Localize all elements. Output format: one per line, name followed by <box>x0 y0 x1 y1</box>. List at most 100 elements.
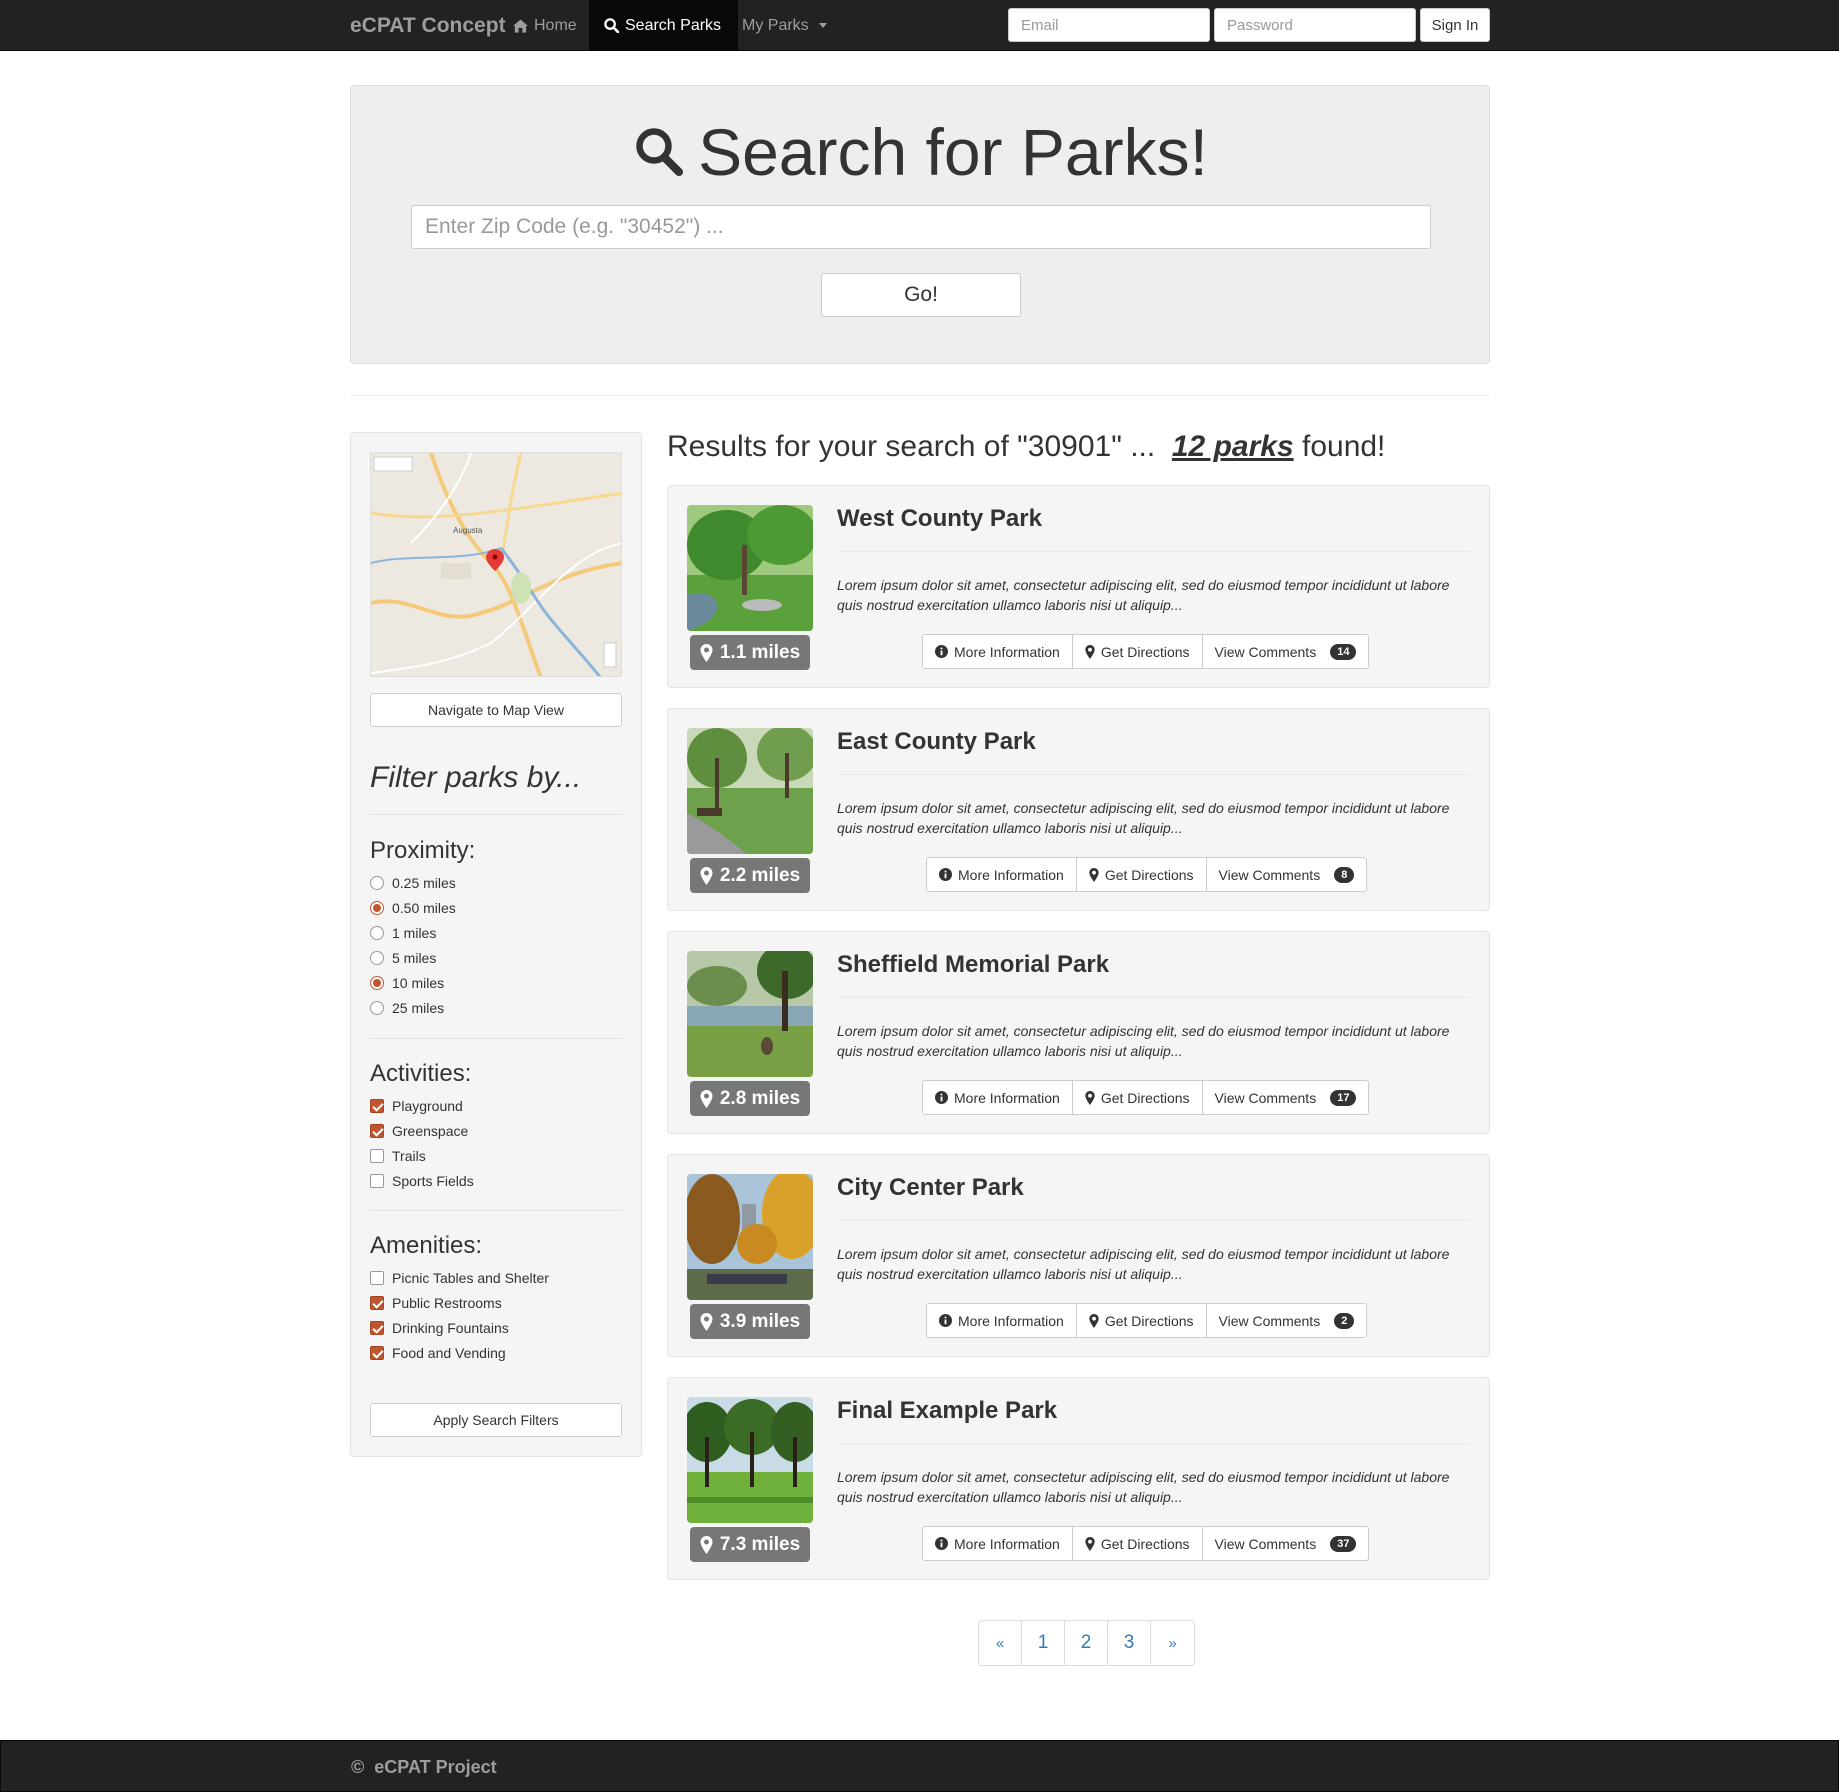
more-info-button[interactable]: More Information <box>927 858 1077 891</box>
proximity-option[interactable]: 25 miles <box>370 998 444 1018</box>
directions-button[interactable]: Get Directions <box>1077 858 1207 891</box>
map-marker-icon <box>700 1312 713 1331</box>
apply-filters-button[interactable]: Apply Search Filters <box>370 1403 622 1437</box>
checkbox-fountains[interactable] <box>370 1321 384 1335</box>
pagination-prev[interactable]: « <box>979 1621 1022 1665</box>
comments-button[interactable]: View Comments 8 <box>1207 858 1367 891</box>
directions-button[interactable]: Get Directions <box>1073 1527 1203 1560</box>
nav-my-parks-label: My Parks <box>742 17 809 34</box>
amenity-option[interactable]: Picnic Tables and Shelter <box>370 1268 549 1288</box>
search-jumbotron: Search for Parks! Go! <box>350 85 1490 364</box>
park-name[interactable]: West County Park <box>837 505 1042 533</box>
checkbox-greenspace[interactable] <box>370 1124 384 1138</box>
activity-option[interactable]: Greenspace <box>370 1121 468 1141</box>
proximity-option[interactable]: 10 miles <box>370 973 444 993</box>
footer-copyright: © eCPAT Project <box>351 1741 497 1792</box>
proximity-option[interactable]: 0.25 miles <box>370 873 456 893</box>
nav-search-parks[interactable]: Search Parks <box>589 0 738 51</box>
button-label: View Comments <box>1214 1089 1317 1106</box>
checkbox-food[interactable] <box>370 1346 384 1360</box>
comments-button[interactable]: View Comments 2 <box>1207 1304 1367 1337</box>
park-name[interactable]: East County Park <box>837 728 1036 756</box>
comment-count-badge: 37 <box>1330 1535 1357 1552</box>
proximity-option[interactable]: 5 miles <box>370 948 436 968</box>
divider <box>370 1210 622 1211</box>
button-label: View Comments <box>1218 866 1321 883</box>
results-count-link[interactable]: 12 parks <box>1172 430 1294 463</box>
radio-0.25[interactable] <box>370 876 384 890</box>
proximity-option[interactable]: 1 miles <box>370 923 436 943</box>
park-photo[interactable] <box>687 1397 813 1523</box>
nav-my-parks-dropdown[interactable]: My Parks <box>727 0 842 51</box>
option-label: Playground <box>392 1098 463 1114</box>
more-info-button[interactable]: More Information <box>923 1081 1073 1114</box>
proximity-option[interactable]: 0.50 miles <box>370 898 456 918</box>
park-photo[interactable] <box>687 728 813 854</box>
distance-badge: 7.3 miles <box>690 1527 810 1562</box>
comments-button[interactable]: View Comments 17 <box>1203 1081 1369 1114</box>
radio-5[interactable] <box>370 951 384 965</box>
brand-logo[interactable]: eCPAT Concept <box>350 0 506 51</box>
amenity-option[interactable]: Food and Vending <box>370 1343 506 1363</box>
button-label: Get Directions <box>1100 643 1190 660</box>
comment-count-badge: 17 <box>1330 1089 1357 1106</box>
directions-button[interactable]: Get Directions <box>1073 635 1203 668</box>
radio-25[interactable] <box>370 1001 384 1015</box>
directions-button[interactable]: Get Directions <box>1077 1304 1207 1337</box>
divider <box>837 1443 1470 1444</box>
go-button[interactable]: Go! <box>821 273 1021 317</box>
park-photo[interactable] <box>687 505 813 631</box>
amenity-option[interactable]: Public Restrooms <box>370 1293 502 1313</box>
map-marker-icon <box>700 1089 713 1108</box>
distance-text: 2.2 miles <box>719 864 801 886</box>
comment-count-badge: 14 <box>1330 643 1357 660</box>
radio-0.50[interactable] <box>370 901 384 915</box>
checkbox-playground[interactable] <box>370 1099 384 1113</box>
activity-option[interactable]: Playground <box>370 1096 463 1116</box>
top-navbar: eCPAT Concept Home Search Parks My Parks… <box>0 0 1839 51</box>
distance-text: 7.3 miles <box>719 1533 801 1555</box>
checkbox-restrooms[interactable] <box>370 1296 384 1310</box>
activity-option[interactable]: Trails <box>370 1146 426 1166</box>
map-thumbnail[interactable]: Augusta <box>370 452 622 677</box>
option-label: 25 miles <box>392 1000 445 1016</box>
pagination-page-3[interactable]: 3 <box>1108 1621 1151 1665</box>
email-field[interactable] <box>1008 8 1210 42</box>
sign-in-button[interactable]: Sign In <box>1420 8 1490 42</box>
radio-1[interactable] <box>370 926 384 940</box>
more-info-button[interactable]: More Information <box>927 1304 1077 1337</box>
activities-title: Activities: <box>370 1060 472 1087</box>
comments-button[interactable]: View Comments 14 <box>1203 635 1369 668</box>
amenity-option[interactable]: Drinking Fountains <box>370 1318 509 1338</box>
comments-button[interactable]: View Comments 37 <box>1203 1527 1369 1560</box>
more-info-button[interactable]: More Information <box>923 1527 1073 1560</box>
checkbox-sports-fields[interactable] <box>370 1174 384 1188</box>
zip-code-input[interactable] <box>411 205 1431 249</box>
info-icon <box>939 868 952 881</box>
pagination-page-1[interactable]: 1 <box>1022 1621 1065 1665</box>
divider <box>370 814 622 815</box>
password-field[interactable] <box>1214 8 1416 42</box>
map-view-button[interactable]: Navigate to Map View <box>370 693 622 727</box>
radio-10[interactable] <box>370 976 384 990</box>
caret-down-icon <box>818 23 827 28</box>
pagination-next[interactable]: » <box>1151 1621 1194 1665</box>
checkbox-picnic[interactable] <box>370 1271 384 1285</box>
park-card: 2.8 miles Sheffield Memorial Park Lorem … <box>667 931 1490 1134</box>
park-photo[interactable] <box>687 1174 813 1300</box>
park-description: Lorem ipsum dolor sit amet, consectetur … <box>837 577 1450 613</box>
nav-home[interactable]: Home <box>498 0 592 51</box>
park-name[interactable]: Final Example Park <box>837 1397 1057 1425</box>
park-name[interactable]: City Center Park <box>837 1174 1024 1202</box>
map-marker-icon <box>700 643 713 662</box>
directions-button[interactable]: Get Directions <box>1073 1081 1203 1114</box>
checkbox-trails[interactable] <box>370 1149 384 1163</box>
filter-title: Filter parks by... <box>370 761 582 794</box>
park-photo[interactable] <box>687 951 813 1077</box>
more-info-button[interactable]: More Information <box>923 635 1073 668</box>
activity-option[interactable]: Sports Fields <box>370 1171 474 1191</box>
map-marker-icon <box>1085 644 1095 659</box>
pagination-page-2[interactable]: 2 <box>1065 1621 1108 1665</box>
park-name[interactable]: Sheffield Memorial Park <box>837 951 1109 979</box>
park-description: Lorem ipsum dolor sit amet, consectetur … <box>837 1469 1450 1505</box>
